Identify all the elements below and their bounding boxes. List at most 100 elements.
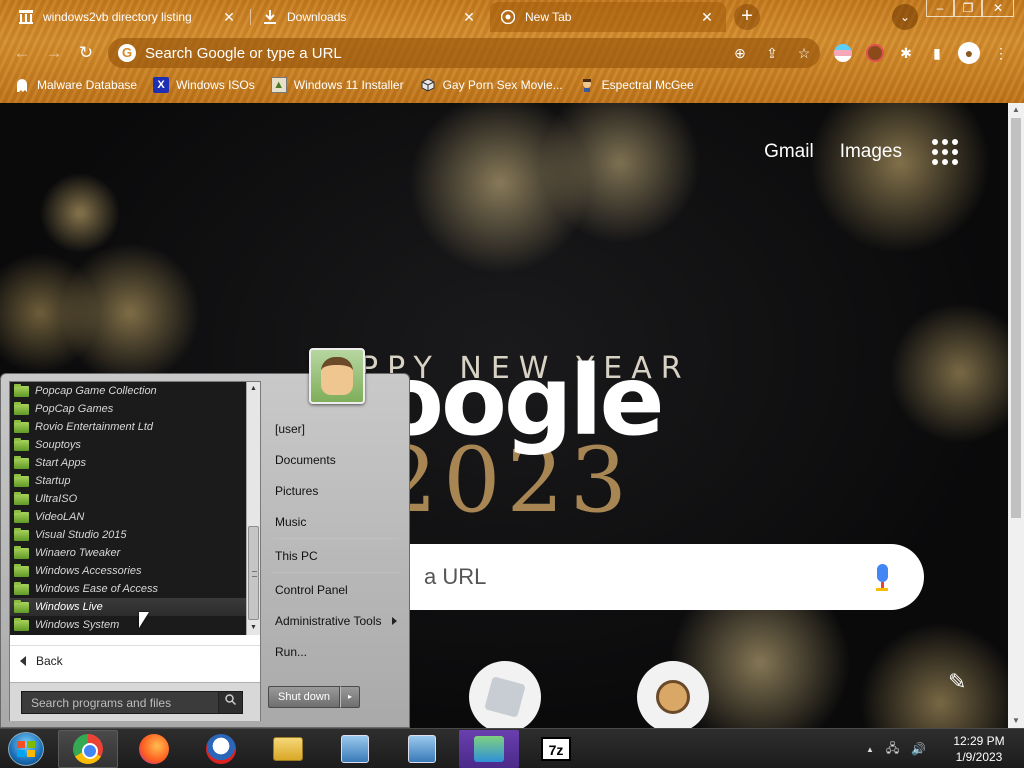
bookmark-star-icon[interactable]: ☆ xyxy=(788,45,820,62)
program-folder-item[interactable]: Souptoys xyxy=(10,436,246,454)
taskbar-7zip[interactable]: 7z xyxy=(526,730,586,768)
system-tray: ▲ 🖧 🔊 xyxy=(866,729,938,768)
program-folder-item[interactable]: Start Apps xyxy=(10,454,246,472)
page-scrollbar[interactable]: ▲ ▼ xyxy=(1008,103,1024,728)
start-search-input[interactable]: Search programs and files xyxy=(21,691,243,714)
start-item-control-panel[interactable]: Control Panel xyxy=(263,577,409,603)
network-icon[interactable]: 🖧 xyxy=(886,739,899,760)
tab-close-icon[interactable]: ✕ xyxy=(698,9,716,26)
scrollbar-thumb[interactable] xyxy=(248,526,259,620)
network-pc-icon xyxy=(341,735,369,763)
all-programs-list[interactable]: Popcap Game Collection PopCap Games Rovio … xyxy=(10,382,260,635)
windows-logo-icon xyxy=(17,741,35,757)
close-window-button[interactable]: ✕ xyxy=(982,0,1014,17)
taskbar-file-explorer[interactable] xyxy=(258,730,318,768)
bookmark-windows-11-installer[interactable]: ▲ Windows 11 Installer xyxy=(270,77,404,93)
start-item-user-folder[interactable]: [user] xyxy=(263,416,409,442)
gmail-link[interactable]: Gmail xyxy=(764,141,814,163)
program-folder-item[interactable]: Popcap Game Collection xyxy=(10,382,246,400)
programs-scrollbar[interactable]: ▲ ▼ xyxy=(246,382,260,635)
bookmark-windows-isos[interactable]: X Windows ISOs xyxy=(153,77,255,93)
program-folder-item[interactable]: Windows Ease of Access xyxy=(10,580,246,598)
user-account-picture[interactable] xyxy=(309,348,365,404)
scroll-down-arrow-icon[interactable]: ▼ xyxy=(1008,714,1024,728)
browser-chrome: windows2vb directory listing ✕ Downloads… xyxy=(0,0,1024,103)
reload-button[interactable]: ↻ xyxy=(73,40,99,66)
back-button[interactable]: Back xyxy=(10,645,260,675)
start-item-pictures[interactable]: Pictures xyxy=(263,478,409,504)
customize-pencil-icon[interactable]: ✎ xyxy=(948,669,966,695)
google-doodle-logo[interactable]: oogle xyxy=(378,345,665,457)
side-panel-icon[interactable]: ▮ xyxy=(926,42,948,64)
shutdown-options-arrow-icon[interactable]: ▸ xyxy=(340,686,360,708)
program-folder-item[interactable]: UltraISO xyxy=(10,490,246,508)
bookmark-malware-database[interactable]: Malware Database xyxy=(14,77,137,93)
scroll-down-arrow-icon[interactable]: ▼ xyxy=(247,621,260,635)
search-icon[interactable] xyxy=(218,692,242,713)
tray-chevron-icon[interactable]: ▲ xyxy=(866,745,874,754)
program-folder-item[interactable]: Windows Live xyxy=(10,598,246,616)
start-item-documents[interactable]: Documents xyxy=(263,447,409,473)
address-bar[interactable]: G Search Google or type a URL ⊕ ⇪ ☆ xyxy=(108,38,820,68)
flag-extension-icon[interactable] xyxy=(834,44,852,62)
taskbar-network-pc[interactable] xyxy=(325,730,385,768)
taskbar-obama-app[interactable] xyxy=(191,730,251,768)
start-item-run[interactable]: Run... xyxy=(263,639,409,665)
program-folder-item[interactable]: Startup xyxy=(10,472,246,490)
shutdown-button[interactable]: Shut down xyxy=(268,686,340,708)
people-icon xyxy=(474,736,504,762)
program-folder-item[interactable]: Winaero Tweaker xyxy=(10,544,246,562)
program-folder-item[interactable]: Windows System xyxy=(10,616,246,634)
start-orb-button[interactable] xyxy=(8,732,44,766)
browser-toolbar: ← → ↻ G Search Google or type a URL ⊕ ⇪ … xyxy=(0,36,1024,70)
taskbar-firefox[interactable] xyxy=(124,730,184,768)
tab-downloads[interactable]: Downloads ✕ xyxy=(252,2,488,32)
taskbar-chrome[interactable] xyxy=(58,730,118,768)
forward-button[interactable]: → xyxy=(41,40,67,66)
scroll-up-arrow-icon[interactable]: ▲ xyxy=(1008,103,1024,117)
program-folder-label: Rovio Entertainment Ltd xyxy=(35,421,154,433)
profile-avatar-icon[interactable]: ● xyxy=(958,42,980,64)
tab-windows2vb[interactable]: windows2vb directory listing ✕ xyxy=(8,2,248,32)
scroll-up-arrow-icon[interactable]: ▲ xyxy=(247,382,260,396)
new-tab-button[interactable]: + xyxy=(734,4,760,30)
search-box-placeholder: a URL xyxy=(424,564,487,589)
voice-search-mic-icon[interactable] xyxy=(860,563,904,591)
start-item-this-pc[interactable]: This PC xyxy=(263,543,409,569)
program-folder-item[interactable]: PopCap Games xyxy=(10,400,246,418)
tab-new-tab[interactable]: New Tab ✕ xyxy=(490,2,726,32)
program-folder-item[interactable]: Windows Accessories xyxy=(10,562,246,580)
zoom-icon[interactable]: ⊕ xyxy=(724,45,756,62)
taskbar-people[interactable] xyxy=(459,730,519,768)
google-search-box[interactable]: a URL xyxy=(408,544,924,610)
share-icon[interactable]: ⇪ xyxy=(756,45,788,62)
program-folder-item[interactable]: Visual Studio 2015 xyxy=(10,526,246,544)
google-apps-icon[interactable] xyxy=(932,139,958,165)
minimize-button[interactable]: – xyxy=(926,0,954,17)
program-folder-item[interactable]: VideoLAN xyxy=(10,508,246,526)
start-item-administrative-tools[interactable]: Administrative Tools xyxy=(263,608,409,634)
download-icon xyxy=(262,9,278,25)
volume-icon[interactable]: 🔊 xyxy=(911,742,926,756)
maximize-button[interactable]: ❐ xyxy=(954,0,982,17)
scrollbar-thumb[interactable] xyxy=(1011,118,1021,518)
face-extension-icon[interactable] xyxy=(866,44,884,62)
program-folder-item[interactable]: Rovio Entertainment Ltd xyxy=(10,418,246,436)
tab-close-icon[interactable]: ✕ xyxy=(220,9,238,26)
extensions-puzzle-icon[interactable]: ✱ xyxy=(895,42,917,64)
bookmark-label: Windows 11 Installer xyxy=(293,78,404,92)
shortcut-tile-character[interactable] xyxy=(637,661,709,728)
start-item-music[interactable]: Music xyxy=(263,509,409,535)
images-link[interactable]: Images xyxy=(840,141,902,163)
tab-search-button[interactable]: ⌄ xyxy=(892,4,918,30)
tab-title: windows2vb directory listing xyxy=(43,10,192,24)
bookmark-espectral-mcgee[interactable]: Espectral McGee xyxy=(579,77,694,93)
tab-close-icon[interactable]: ✕ xyxy=(460,9,478,26)
back-button[interactable]: ← xyxy=(9,40,35,66)
x-icon: X xyxy=(153,77,170,93)
bookmark-cube-site[interactable]: Gay Porn Sex Movie... xyxy=(420,77,563,93)
shortcut-tile-roblox[interactable] xyxy=(469,661,541,728)
browser-menu-icon[interactable]: ⋮ xyxy=(990,42,1012,64)
taskbar-clock[interactable]: 12:29 PM 1/9/2023 xyxy=(942,733,1016,765)
taskbar-network-pc-2[interactable] xyxy=(392,730,452,768)
